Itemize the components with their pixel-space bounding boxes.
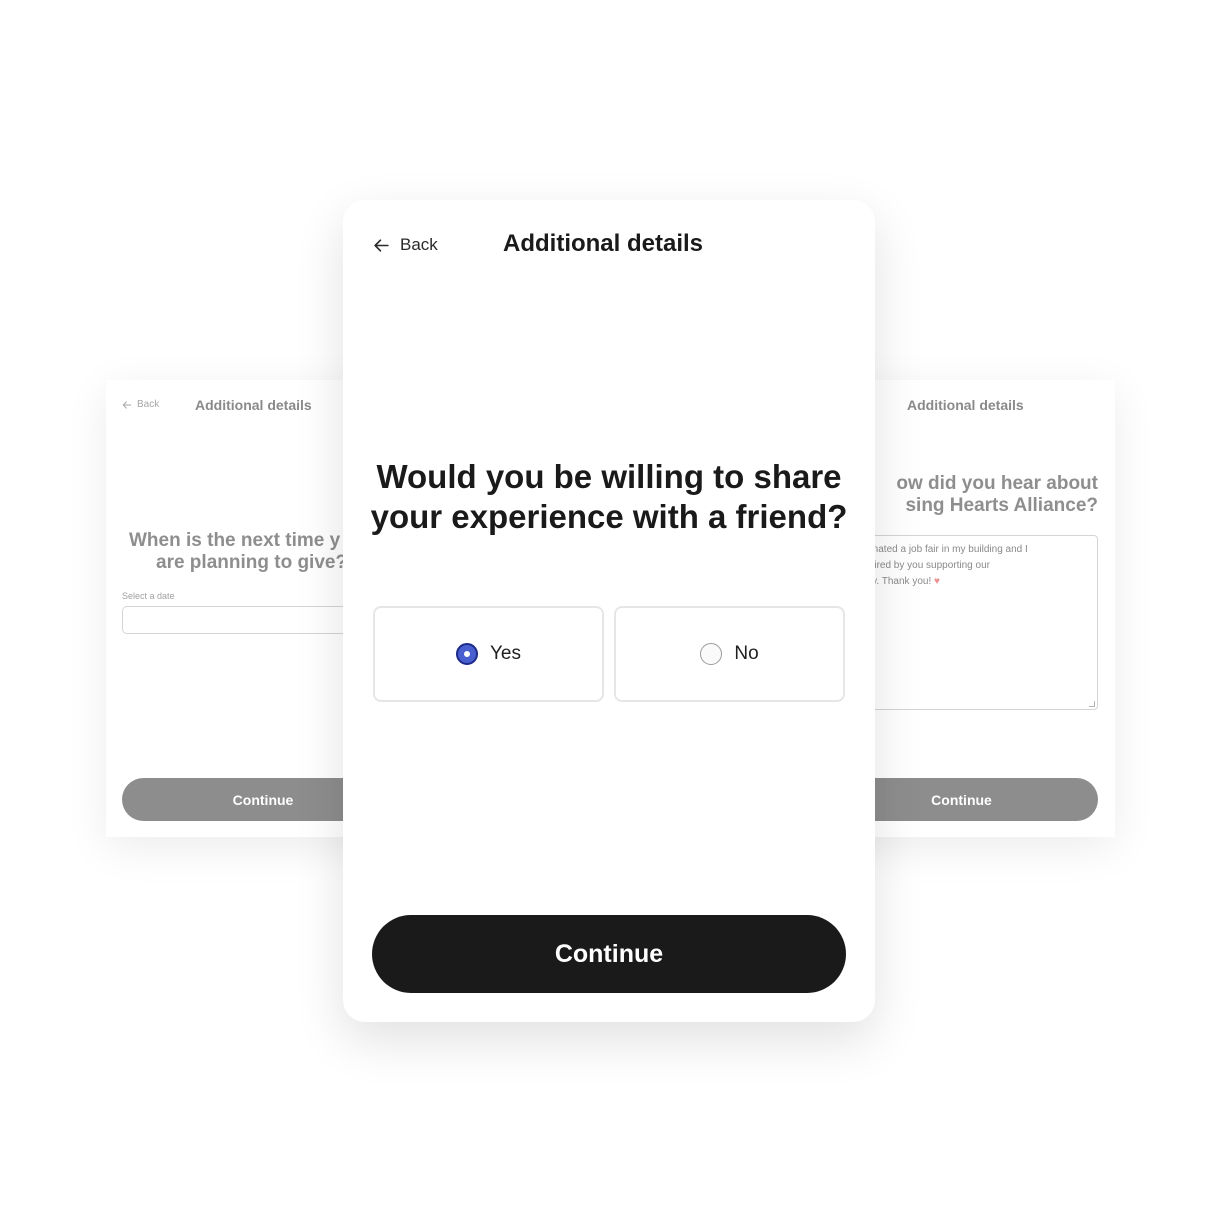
left-back-label: Back <box>137 399 160 410</box>
option-yes[interactable]: Yes <box>373 606 604 702</box>
option-no[interactable]: No <box>614 606 845 702</box>
left-back-button[interactable]: Back <box>122 399 159 410</box>
heart-icon: ♥ <box>934 576 940 587</box>
stage: Back Additional details When is the next… <box>0 0 1221 1220</box>
right-continue-label: Continue <box>931 791 992 808</box>
continue-button[interactable]: Continue <box>372 915 846 993</box>
arrow-left-icon <box>122 400 132 409</box>
page-title: Additional details <box>503 230 704 257</box>
left-continue-label: Continue <box>232 791 294 808</box>
back-button[interactable]: Back <box>373 235 438 255</box>
right-textarea-line1: ordinated a job fair in my building and … <box>856 544 1028 555</box>
arrow-left-icon <box>374 238 389 252</box>
option-yes-label: Yes <box>490 643 521 664</box>
back-label: Back <box>400 235 438 254</box>
right-textarea-line3: unity. Thank you! ♥ <box>856 574 1087 590</box>
left-header-title: Additional details <box>195 397 312 413</box>
right-textarea-line2: inspired by you supporting our <box>856 560 990 571</box>
question-text: Would you be willing to share your exper… <box>370 458 848 535</box>
left-date-label: Select a date <box>122 591 175 601</box>
radio-yes-selected-icon[interactable] <box>456 643 478 665</box>
main-card: Back Additional details Would you be wil… <box>343 200 875 1022</box>
radio-no-icon[interactable] <box>700 643 723 665</box>
right-feedback-textarea[interactable]: ordinated a job fair in my building and … <box>855 535 1098 710</box>
option-no-label: No <box>734 643 759 664</box>
right-header-title: Additional details <box>907 397 1024 413</box>
resize-handle-icon[interactable] <box>1089 701 1095 707</box>
